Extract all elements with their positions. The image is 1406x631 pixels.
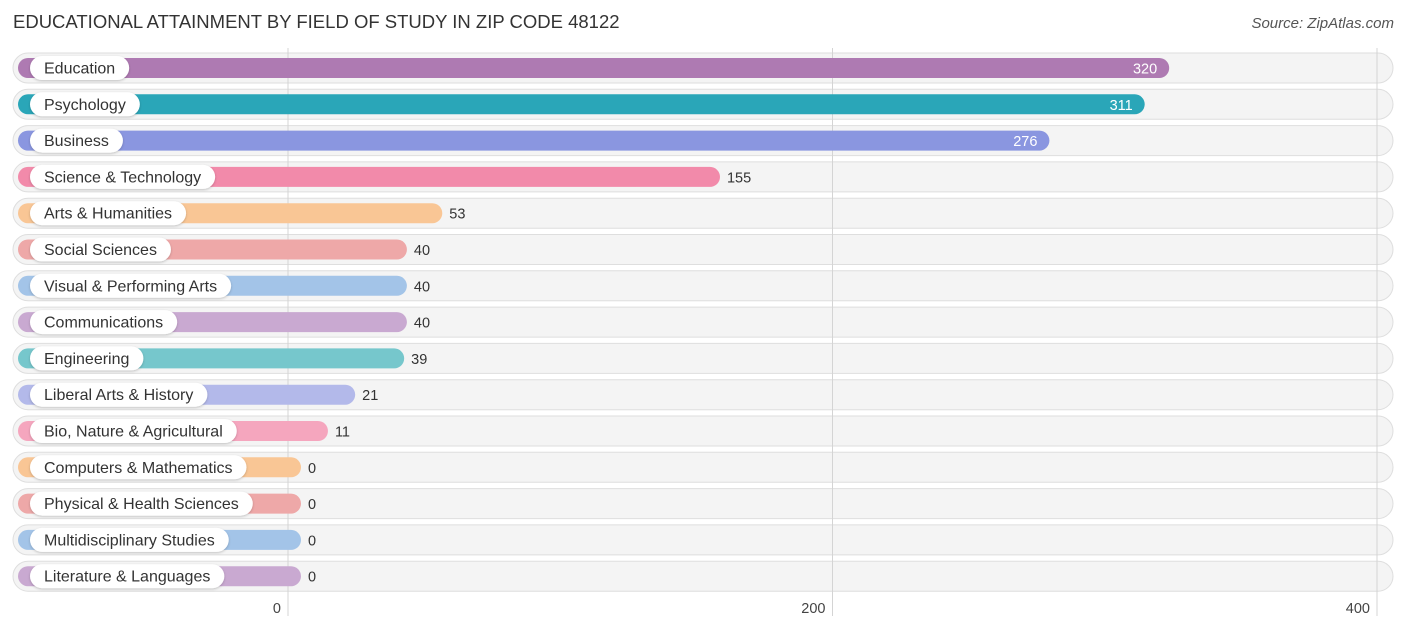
value-label: 0 [308, 570, 316, 586]
bar-row: Social Sciences 40 [18, 237, 430, 262]
bar-row: Literature & Languages 0 [18, 564, 316, 589]
category-label: Literature & Languages [44, 569, 210, 586]
category-label: Engineering [44, 351, 129, 368]
category-label: Bio, Nature & Agricultural [44, 424, 223, 441]
bar [18, 130, 1050, 151]
value-label: 0 [308, 533, 316, 549]
category-label: Communications [44, 315, 163, 332]
category-label: Arts & Humanities [44, 206, 172, 223]
value-label: 21 [362, 388, 378, 404]
value-label: 40 [414, 243, 430, 259]
category-label: Business [44, 133, 109, 150]
category-label: Physical & Health Sciences [44, 496, 239, 513]
category-label: Multidisciplinary Studies [44, 532, 215, 549]
bar-row: Bio, Nature & Agricultural 11 [18, 419, 350, 443]
bar-row: Science & Technology 155 [18, 164, 751, 189]
bar-row: Computers & Mathematics 0 [18, 455, 316, 480]
bar [18, 58, 1170, 78]
value-label: 40 [414, 279, 430, 295]
value-label: 39 [411, 352, 427, 368]
value-label: 311 [1110, 98, 1133, 114]
x-tick-label: 400 [1346, 601, 1370, 617]
category-label: Social Sciences [44, 242, 157, 259]
value-label: 40 [414, 316, 430, 332]
bar-row: Psychology 311 [18, 92, 1145, 117]
value-label: 0 [308, 497, 316, 513]
bar-row: Communications 40 [18, 310, 430, 335]
bar-row: Physical & Health Sciences 0 [18, 491, 316, 516]
x-tick-label: 200 [801, 601, 825, 617]
category-label: Liberal Arts & History [44, 387, 193, 404]
value-label: 53 [449, 207, 465, 223]
bar [18, 94, 1145, 115]
value-label: 155 [727, 170, 751, 186]
bar-row: Multidisciplinary Studies 0 [18, 527, 316, 552]
x-axis-ticks: 0 200 400 [273, 601, 1370, 617]
bar-row: Visual & Performing Arts 40 [18, 273, 430, 298]
bar-row: Liberal Arts & History 21 [18, 382, 378, 407]
value-label: 11 [335, 425, 350, 441]
bar-row: Education 320 [18, 56, 1170, 80]
category-label: Psychology [44, 97, 126, 114]
category-label: Visual & Performing Arts [44, 278, 217, 295]
value-label: 320 [1133, 62, 1157, 78]
value-label: 276 [1013, 134, 1037, 150]
bar-row: Arts & Humanities 53 [18, 201, 465, 226]
category-label: Science & Technology [44, 169, 201, 186]
category-label: Education [44, 61, 115, 78]
category-label: Computers & Mathematics [44, 460, 233, 477]
bar-row: Business 276 [18, 128, 1050, 153]
x-tick-label: 0 [273, 601, 281, 617]
bar-row: Engineering 39 [18, 346, 427, 371]
bar-chart: Education 320 Psychology 311 Business 276 Scie… [12, 48, 1394, 617]
value-label: 0 [308, 461, 316, 477]
